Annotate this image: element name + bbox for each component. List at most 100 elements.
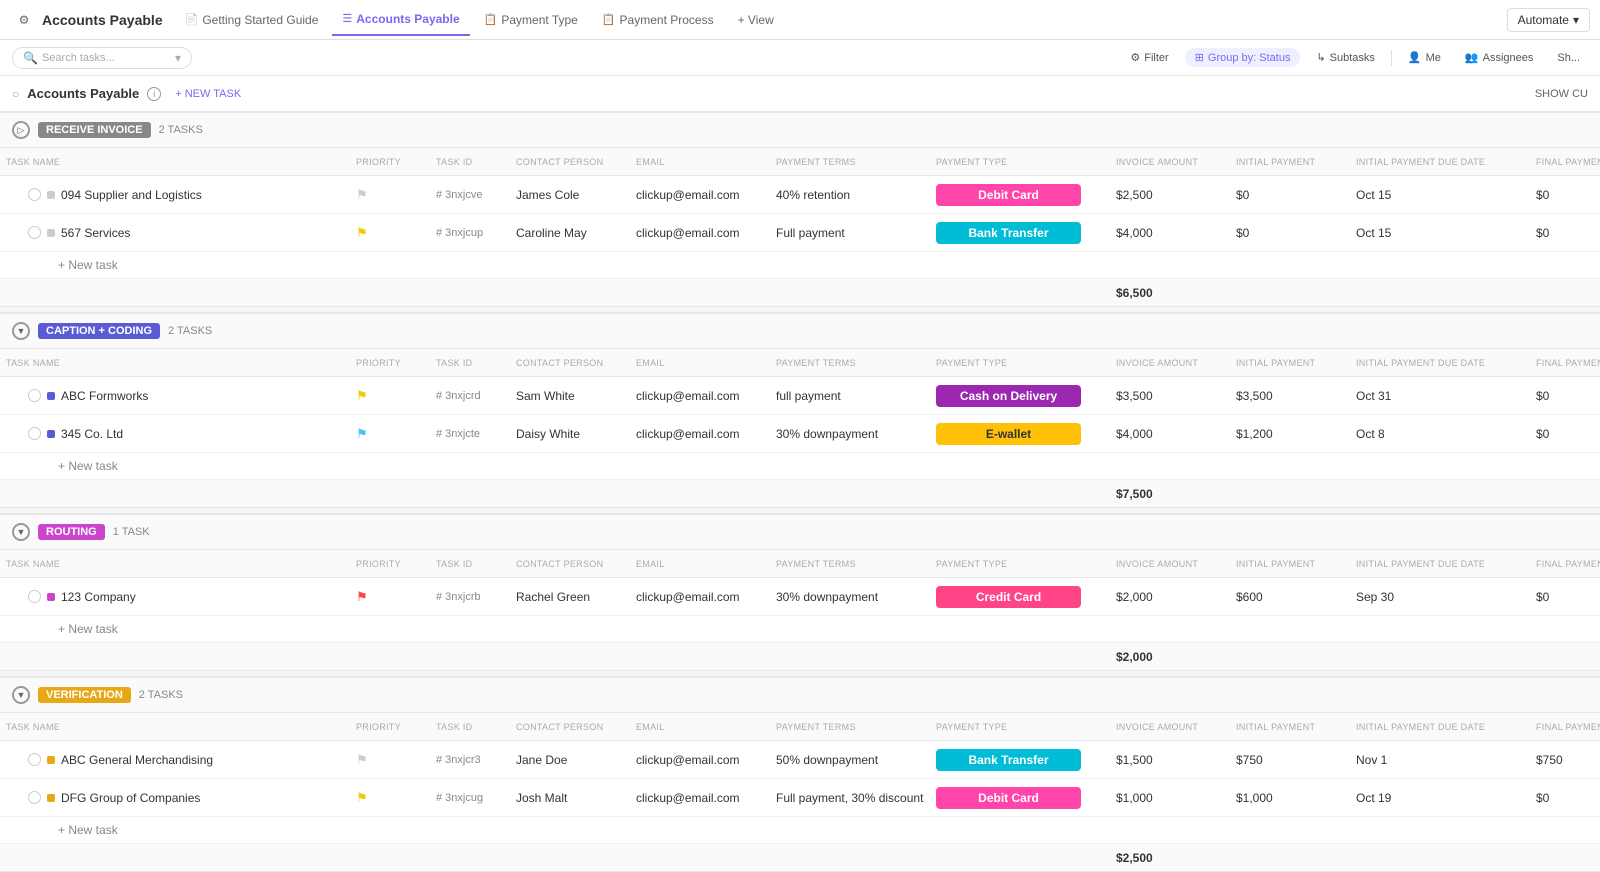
- task-row[interactable]: ABC General Merchandising⚑# 3nxjcr3Jane …: [0, 741, 1600, 779]
- column-header: INITIAL PAYMENT DUE DATE: [1350, 157, 1530, 167]
- payment-type-cell: Cash on Delivery: [930, 385, 1110, 407]
- tab-doc-icon: 📄: [185, 13, 199, 26]
- priority-cell[interactable]: ⚑: [350, 790, 430, 806]
- app-title: Accounts Payable: [42, 12, 163, 28]
- show-button[interactable]: Sh...: [1549, 49, 1588, 67]
- priority-cell[interactable]: ⚑: [350, 426, 430, 442]
- payment-terms-cell: 40% retention: [770, 188, 930, 202]
- column-header: INVOICE AMOUNT: [1110, 722, 1230, 732]
- priority-cell[interactable]: ⚑: [350, 589, 430, 605]
- payment-type-badge[interactable]: Debit Card: [936, 184, 1081, 206]
- task-name[interactable]: ABC General Merchandising: [61, 753, 213, 767]
- task-checkbox[interactable]: [28, 791, 41, 804]
- task-checkbox[interactable]: [28, 226, 41, 239]
- payment-type-badge[interactable]: Bank Transfer: [936, 749, 1081, 771]
- column-header: FINAL PAYMENT: [1530, 722, 1600, 732]
- email-cell: clickup@email.com: [630, 590, 770, 604]
- task-row[interactable]: 567 Services⚑# 3nxjcupCaroline Mayclicku…: [0, 214, 1600, 252]
- task-checkbox[interactable]: [28, 389, 41, 402]
- filter-button[interactable]: ⚙ Filter: [1122, 48, 1176, 67]
- tab-payment-type[interactable]: 📋 Payment Type: [474, 4, 588, 36]
- section-badge-receive-invoice[interactable]: RECEIVE INVOICE: [38, 122, 151, 138]
- task-name[interactable]: 345 Co. Ltd: [61, 427, 123, 441]
- task-checkbox[interactable]: [28, 188, 41, 201]
- task-name[interactable]: 567 Services: [61, 226, 130, 240]
- payment-type-badge[interactable]: Bank Transfer: [936, 222, 1081, 244]
- task-row[interactable]: 345 Co. Ltd⚑# 3nxjcteDaisy Whiteclickup@…: [0, 415, 1600, 453]
- section-toggle-verification[interactable]: ▼: [12, 686, 30, 704]
- section-task-count-receive-invoice: 2 TASKS: [159, 124, 203, 136]
- tab-payment-process[interactable]: 📋 Payment Process: [592, 4, 724, 36]
- new-task-row-caption-coding[interactable]: + New task: [0, 453, 1600, 480]
- task-name[interactable]: ABC Formworks: [61, 389, 148, 403]
- task-row[interactable]: 123 Company⚑# 3nxjcrbRachel Greenclickup…: [0, 578, 1600, 616]
- new-task-row-routing[interactable]: + New task: [0, 616, 1600, 643]
- priority-cell[interactable]: ⚑: [350, 225, 430, 241]
- priority-cell[interactable]: ⚑: [350, 388, 430, 404]
- column-header: INITIAL PAYMENT DUE DATE: [1350, 358, 1530, 368]
- payment-type-badge[interactable]: Credit Card: [936, 586, 1081, 608]
- final-payment-cell: $0: [1530, 791, 1600, 805]
- payment-type-badge[interactable]: Cash on Delivery: [936, 385, 1081, 407]
- collapse-icon[interactable]: ○: [12, 87, 19, 101]
- column-header: INVOICE AMOUNT: [1110, 358, 1230, 368]
- initial-payment-cell: $1,200: [1230, 427, 1350, 441]
- subtasks-button[interactable]: ↳ Subtasks: [1308, 48, 1382, 67]
- group-by-button[interactable]: ⊞ Group by: Status: [1185, 48, 1301, 67]
- tab-add-view[interactable]: + View: [728, 4, 784, 36]
- tab-accounts-payable[interactable]: ☰ Accounts Payable: [332, 4, 469, 36]
- section-toggle-routing[interactable]: ▼: [12, 523, 30, 541]
- section-toggle-receive-invoice[interactable]: ▷: [12, 121, 30, 139]
- section-header-caption-coding: ▼CAPTION + CODING2 TASKS: [0, 313, 1600, 349]
- task-color-dot: [47, 229, 55, 237]
- task-row[interactable]: DFG Group of Companies⚑# 3nxjcugJosh Mal…: [0, 779, 1600, 817]
- priority-icon: ⚑: [356, 426, 368, 441]
- assignees-icon: 👥: [1465, 51, 1479, 64]
- priority-cell[interactable]: ⚑: [350, 187, 430, 203]
- task-name[interactable]: 094 Supplier and Logistics: [61, 188, 202, 202]
- section-toggle-caption-coding[interactable]: ▼: [12, 322, 30, 340]
- task-checkbox[interactable]: [28, 427, 41, 440]
- task-id-cell: # 3nxjcrd: [430, 390, 510, 402]
- priority-icon: ⚑: [356, 790, 368, 805]
- task-checkbox[interactable]: [28, 753, 41, 766]
- task-name[interactable]: 123 Company: [61, 590, 136, 604]
- task-row[interactable]: ABC Formworks⚑# 3nxjcrdSam Whiteclickup@…: [0, 377, 1600, 415]
- me-button[interactable]: 👤 Me: [1400, 48, 1449, 67]
- new-task-button[interactable]: + NEW TASK: [169, 86, 247, 102]
- column-header: PAYMENT TERMS: [770, 559, 930, 569]
- priority-cell[interactable]: ⚑: [350, 752, 430, 768]
- initial-payment-cell: $600: [1230, 590, 1350, 604]
- section-badge-routing[interactable]: ROUTING: [38, 524, 105, 540]
- payment-type-badge[interactable]: Debit Card: [936, 787, 1081, 809]
- initial-payment-cell: $1,000: [1230, 791, 1350, 805]
- search-box[interactable]: 🔍 Search tasks... ▾: [12, 47, 192, 69]
- initial-due-date-cell: Oct 15: [1350, 188, 1530, 202]
- final-payment-cell: $0: [1530, 226, 1600, 240]
- new-task-row-verification[interactable]: + New task: [0, 817, 1600, 844]
- payment-type-badge[interactable]: E-wallet: [936, 423, 1081, 445]
- column-header: FINAL PAYMENT: [1530, 559, 1600, 569]
- column-header: INITIAL PAYMENT DUE DATE: [1350, 722, 1530, 732]
- payment-type-cell: Debit Card: [930, 184, 1110, 206]
- invoice-amount-cell: $3,500: [1110, 389, 1230, 403]
- payment-type-cell: Credit Card: [930, 586, 1110, 608]
- show-cu-button[interactable]: SHOW CU: [1535, 88, 1588, 100]
- automate-button[interactable]: Automate ▾: [1507, 8, 1590, 32]
- new-task-row-receive-invoice[interactable]: + New task: [0, 252, 1600, 279]
- email-cell: clickup@email.com: [630, 753, 770, 767]
- section-badge-caption-coding[interactable]: CAPTION + CODING: [38, 323, 160, 339]
- final-payment-cell: $0: [1530, 389, 1600, 403]
- column-header: EMAIL: [630, 559, 770, 569]
- invoice-amount-cell: $2,000: [1110, 590, 1230, 604]
- task-checkbox[interactable]: [28, 590, 41, 603]
- col-headers-routing: TASK NAMEPRIORITYTASK IDCONTACT PERSONEM…: [0, 550, 1600, 578]
- task-name[interactable]: DFG Group of Companies: [61, 791, 200, 805]
- task-name-cell: 567 Services: [0, 226, 350, 240]
- section-badge-verification[interactable]: VERIFICATION: [38, 687, 131, 703]
- tab-getting-started[interactable]: 📄 Getting Started Guide: [175, 4, 329, 36]
- assignees-button[interactable]: 👥 Assignees: [1457, 48, 1541, 67]
- task-id-cell: # 3nxjcr3: [430, 754, 510, 766]
- filter-icon: ⚙: [1130, 51, 1140, 64]
- task-row[interactable]: 094 Supplier and Logistics⚑# 3nxjcveJame…: [0, 176, 1600, 214]
